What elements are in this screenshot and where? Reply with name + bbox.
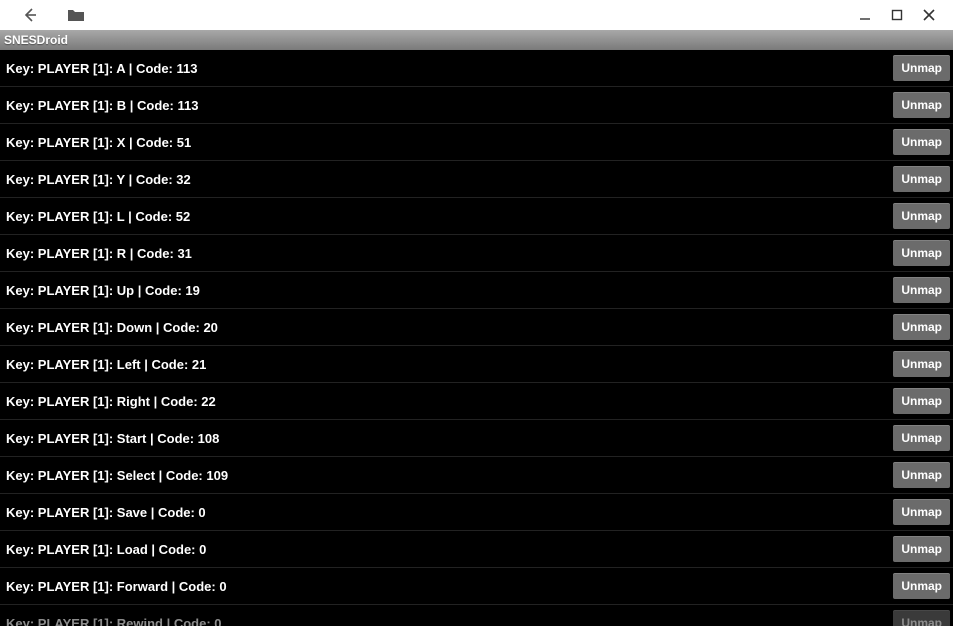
unmap-button[interactable]: Unmap — [893, 166, 950, 192]
chrome-left — [8, 1, 92, 29]
mapping-label: Key: PLAYER [1]: R | Code: 31 — [6, 246, 192, 261]
mapping-label: Key: PLAYER [1]: Load | Code: 0 — [6, 542, 206, 557]
mapping-row[interactable]: Key: PLAYER [1]: X | Code: 51 Unmap — [0, 124, 953, 161]
mapping-label: Key: PLAYER [1]: Left | Code: 21 — [6, 357, 206, 372]
chrome-right — [849, 1, 945, 29]
mapping-row[interactable]: Key: PLAYER [1]: B | Code: 113 Unmap — [0, 87, 953, 124]
unmap-button[interactable]: Unmap — [893, 573, 950, 599]
mapping-label: Key: PLAYER [1]: Save | Code: 0 — [6, 505, 206, 520]
minimize-icon — [859, 9, 871, 21]
mapping-row[interactable]: Key: PLAYER [1]: Left | Code: 21 Unmap — [0, 346, 953, 383]
mapping-label: Key: PLAYER [1]: Rewind | Code: 0 — [6, 616, 222, 626]
mapping-row[interactable]: Key: PLAYER [1]: Up | Code: 19 Unmap — [0, 272, 953, 309]
unmap-button[interactable]: Unmap — [893, 499, 950, 525]
minimize-button[interactable] — [849, 1, 881, 29]
maximize-icon — [891, 9, 903, 21]
mapping-label: Key: PLAYER [1]: Down | Code: 20 — [6, 320, 218, 335]
unmap-button[interactable]: Unmap — [893, 610, 950, 626]
mapping-label: Key: PLAYER [1]: Up | Code: 19 — [6, 283, 200, 298]
unmap-button[interactable]: Unmap — [893, 240, 950, 266]
back-arrow-icon — [22, 7, 38, 23]
mapping-row[interactable]: Key: PLAYER [1]: R | Code: 31 Unmap — [0, 235, 953, 272]
unmap-button[interactable]: Unmap — [893, 92, 950, 118]
mapping-row[interactable]: Key: PLAYER [1]: Forward | Code: 0 Unmap — [0, 568, 953, 605]
mapping-row[interactable]: Key: PLAYER [1]: Right | Code: 22 Unmap — [0, 383, 953, 420]
mapping-row[interactable]: Key: PLAYER [1]: Save | Code: 0 Unmap — [0, 494, 953, 531]
mapping-row[interactable]: Key: PLAYER [1]: L | Code: 52 Unmap — [0, 198, 953, 235]
mapping-label: Key: PLAYER [1]: Right | Code: 22 — [6, 394, 216, 409]
close-icon — [923, 9, 935, 21]
mapping-row[interactable]: Key: PLAYER [1]: Select | Code: 109 Unmap — [0, 457, 953, 494]
mapping-row[interactable]: Key: PLAYER [1]: A | Code: 113 Unmap — [0, 50, 953, 87]
mapping-row[interactable]: Key: PLAYER [1]: Start | Code: 108 Unmap — [0, 420, 953, 457]
folder-icon — [67, 8, 85, 22]
back-button[interactable] — [14, 1, 46, 29]
unmap-button[interactable]: Unmap — [893, 462, 950, 488]
folder-button[interactable] — [60, 1, 92, 29]
mapping-label: Key: PLAYER [1]: Select | Code: 109 — [6, 468, 228, 483]
mapping-row[interactable]: Key: PLAYER [1]: Load | Code: 0 Unmap — [0, 531, 953, 568]
mapping-label: Key: PLAYER [1]: Start | Code: 108 — [6, 431, 219, 446]
mapping-label: Key: PLAYER [1]: L | Code: 52 — [6, 209, 190, 224]
mapping-label: Key: PLAYER [1]: Forward | Code: 0 — [6, 579, 227, 594]
unmap-button[interactable]: Unmap — [893, 277, 950, 303]
close-button[interactable] — [913, 1, 945, 29]
mapping-row[interactable]: Key: PLAYER [1]: Rewind | Code: 0 Unmap — [0, 605, 953, 626]
unmap-button[interactable]: Unmap — [893, 129, 950, 155]
mapping-label: Key: PLAYER [1]: A | Code: 113 — [6, 61, 197, 76]
unmap-button[interactable]: Unmap — [893, 314, 950, 340]
unmap-button[interactable]: Unmap — [893, 351, 950, 377]
unmap-button[interactable]: Unmap — [893, 55, 950, 81]
title-bar: SNESDroid — [0, 30, 953, 50]
unmap-button[interactable]: Unmap — [893, 425, 950, 451]
maximize-button[interactable] — [881, 1, 913, 29]
mapping-label: Key: PLAYER [1]: Y | Code: 32 — [6, 172, 191, 187]
unmap-button[interactable]: Unmap — [893, 388, 950, 414]
mapping-row[interactable]: Key: PLAYER [1]: Y | Code: 32 Unmap — [0, 161, 953, 198]
unmap-button[interactable]: Unmap — [893, 536, 950, 562]
mapping-list[interactable]: Key: PLAYER [1]: A | Code: 113UnmapKey: … — [0, 50, 953, 626]
mapping-label: Key: PLAYER [1]: X | Code: 51 — [6, 135, 191, 150]
app-title: SNESDroid — [4, 33, 68, 47]
unmap-button[interactable]: Unmap — [893, 203, 950, 229]
window-chrome — [0, 0, 953, 30]
mapping-label: Key: PLAYER [1]: B | Code: 113 — [6, 98, 198, 113]
mapping-row[interactable]: Key: PLAYER [1]: Down | Code: 20 Unmap — [0, 309, 953, 346]
